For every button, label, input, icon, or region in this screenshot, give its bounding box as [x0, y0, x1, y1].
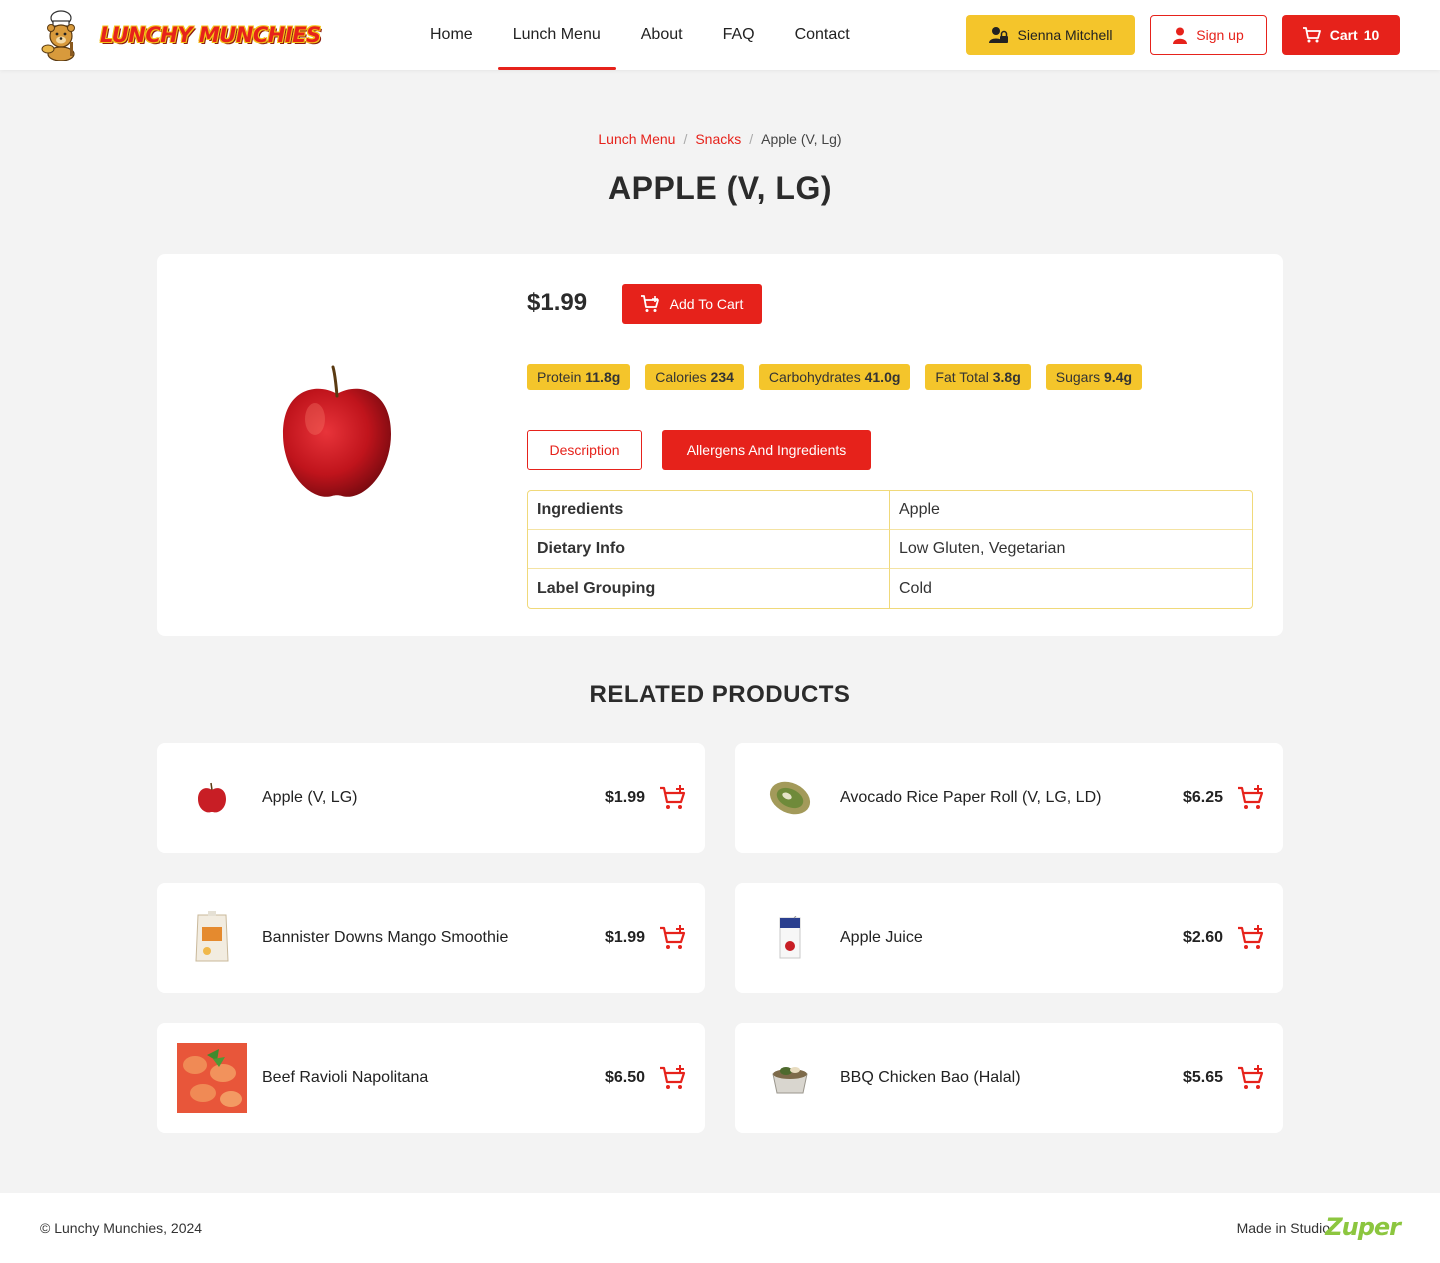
add-to-cart-label: Add To Cart	[669, 296, 744, 312]
cart-plus-icon	[640, 295, 659, 312]
bao-bowl-thumbnail-icon	[772, 1067, 808, 1094]
user-account-button[interactable]: Sienna Mitchell	[966, 15, 1135, 55]
add-to-cart-icon[interactable]	[1237, 1064, 1265, 1092]
table-row: Ingredients Apple	[528, 491, 1252, 530]
add-to-cart-button[interactable]: Add To Cart	[622, 284, 762, 324]
detail-value: Low Gluten, Vegetarian	[890, 530, 1252, 569]
detail-key: Dietary Info	[528, 530, 890, 569]
related-product-card[interactable]: Apple Juice $2.60	[735, 883, 1283, 993]
site-footer: © Lunchy Munchies, 2024 Made in Studio Z…	[0, 1193, 1440, 1263]
related-product-card[interactable]: Bannister Downs Mango Smoothie $1.99	[157, 883, 705, 993]
related-product-price: $6.50	[604, 1069, 645, 1086]
main-nav: Home Lunch Menu About FAQ Contact	[415, 0, 875, 70]
brand-wordmark: LUNCHY MUNCHIES	[100, 23, 321, 47]
related-product-thumbnail	[177, 1043, 247, 1113]
signup-label: Sign up	[1196, 27, 1244, 43]
related-product-card[interactable]: Avocado Rice Paper Roll (V, LG, LD) $6.2…	[735, 743, 1283, 853]
breadcrumb-lunch-menu[interactable]: Lunch Menu	[598, 131, 675, 147]
user-lock-icon	[988, 27, 1008, 43]
related-product-price: $2.60	[1182, 929, 1223, 946]
add-to-cart-icon[interactable]	[1237, 784, 1265, 812]
brand-logo[interactable]: LUNCHY MUNCHIES	[38, 9, 321, 61]
made-in-studio-text: Made in Studio	[1236, 1220, 1330, 1236]
related-product-name: Apple (V, LG)	[262, 789, 358, 806]
add-to-cart-icon[interactable]	[1237, 924, 1265, 952]
related-product-thumbnail	[177, 903, 247, 973]
breadcrumb-separator: /	[683, 131, 688, 147]
nav-contact[interactable]: Contact	[780, 0, 865, 70]
related-products-title: RELATED PRODUCTS	[589, 681, 851, 708]
table-row: Label Grouping Cold	[528, 569, 1252, 608]
tab-description[interactable]: Description	[527, 430, 642, 470]
table-row: Dietary Info Low Gluten, Vegetarian	[528, 530, 1252, 569]
nav-about[interactable]: About	[626, 0, 698, 70]
nav-home[interactable]: Home	[415, 0, 488, 70]
product-card: $1.99 Add To Cart Protein 11.8g Calories…	[157, 254, 1283, 636]
detail-value: Cold	[899, 579, 932, 597]
related-product-price: $1.99	[604, 789, 645, 806]
related-product-price: $5.65	[1182, 1069, 1223, 1086]
add-to-cart-icon[interactable]	[659, 924, 687, 952]
nutrient-chip: Protein 11.8g	[527, 364, 631, 390]
related-product-card[interactable]: BBQ Chicken Bao (Halal) $5.65	[735, 1023, 1283, 1133]
product-price: $1.99	[527, 289, 588, 316]
related-product-thumbnail	[755, 1043, 825, 1113]
breadcrumb-separator: /	[749, 131, 754, 147]
nutrient-chip: Calories 234	[645, 364, 744, 390]
nav-lunch-menu[interactable]: Lunch Menu	[497, 0, 616, 70]
cart-count-badge: 10	[1363, 27, 1380, 43]
juice-box-thumbnail-icon	[779, 916, 801, 959]
nutrient-chip: Carbohydrates 41.0g	[758, 364, 911, 390]
related-product-thumbnail	[755, 763, 825, 833]
tab-allergens-ingredients[interactable]: Allergens And Ingredients	[662, 430, 871, 470]
apple-thumbnail-icon	[198, 782, 226, 813]
cart-button[interactable]: Cart 10	[1282, 15, 1400, 55]
breadcrumb-current: Apple (V, Lg)	[761, 131, 842, 147]
chef-bear-mascot-icon	[41, 10, 75, 61]
related-product-card[interactable]: Apple (V, LG) $1.99	[157, 743, 705, 853]
user-name: Sienna Mitchell	[1017, 27, 1113, 43]
page-title: APPLE (V, LG)	[607, 170, 832, 206]
related-product-card[interactable]: Beef Ravioli Napolitana $6.50	[157, 1023, 705, 1133]
smoothie-pouch-thumbnail-icon	[195, 911, 229, 962]
ravioli-thumbnail-icon	[177, 1043, 247, 1113]
cart-label: Cart	[1329, 27, 1358, 43]
product-image-apple	[283, 365, 391, 497]
detail-value: Apple	[890, 491, 1252, 530]
nav-faq[interactable]: FAQ	[708, 0, 770, 70]
related-product-name: Avocado Rice Paper Roll (V, LG, LD)	[840, 789, 1102, 806]
related-product-name: Apple Juice	[840, 929, 923, 946]
nutrient-chip: Sugars 9.4g	[1045, 364, 1143, 390]
related-product-price: $6.25	[1182, 789, 1223, 806]
breadcrumb: Lunch Menu / Snacks / Apple (V, Lg)	[0, 131, 1440, 147]
site-header: LUNCHY MUNCHIES Home Lunch Menu About FA…	[0, 0, 1440, 70]
related-product-name: BBQ Chicken Bao (Halal)	[840, 1069, 1021, 1086]
shopping-cart-icon	[1302, 27, 1321, 43]
signup-button[interactable]: Sign up	[1150, 15, 1267, 55]
user-icon	[1173, 27, 1188, 44]
detail-key: Label Grouping	[528, 569, 890, 608]
related-product-name: Beef Ravioli Napolitana	[262, 1069, 429, 1086]
related-product-price: $1.99	[604, 929, 645, 946]
nutrient-chip: Fat Total 3.8g	[925, 364, 1031, 390]
detail-key: Ingredients	[528, 491, 890, 530]
nutrient-chips: Protein 11.8g Calories 234 Carbohydrates…	[527, 364, 1157, 390]
related-product-name: Bannister Downs Mango Smoothie	[262, 929, 509, 946]
product-details-table: Ingredients Apple Dietary Info Low Glute…	[527, 490, 1253, 609]
rice-paper-roll-thumbnail-icon	[769, 781, 811, 815]
copyright-text: © Lunchy Munchies, 2024	[40, 1220, 203, 1236]
add-to-cart-icon[interactable]	[659, 1064, 687, 1092]
related-product-thumbnail	[177, 763, 247, 833]
related-product-thumbnail	[755, 903, 825, 973]
add-to-cart-icon[interactable]	[659, 784, 687, 812]
zuper-logo[interactable]: Zuper	[1325, 1213, 1401, 1241]
breadcrumb-snacks[interactable]: Snacks	[695, 131, 741, 147]
